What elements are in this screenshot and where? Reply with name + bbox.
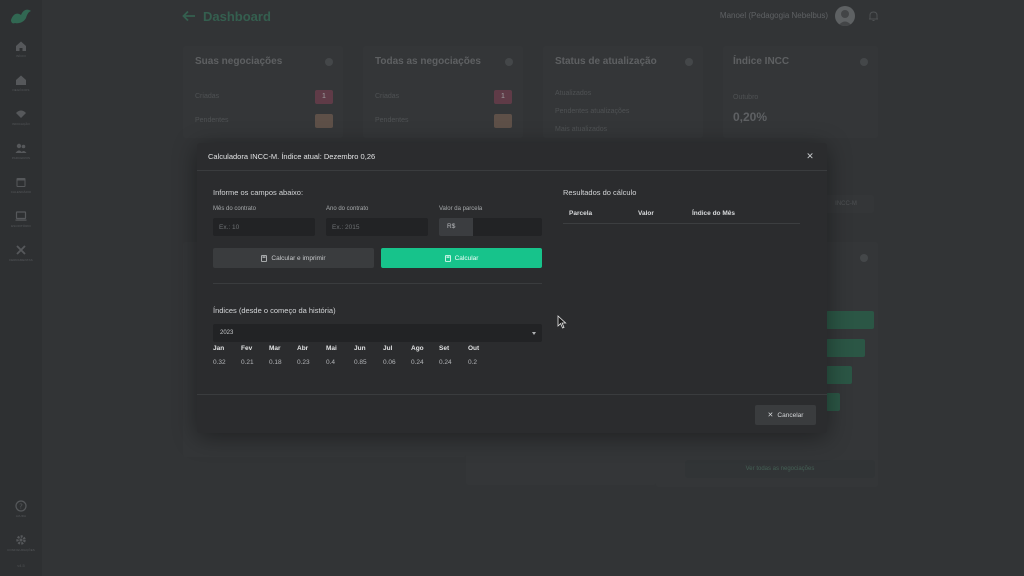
modal-header: Calculadora INCC-M. Índice atual: Dezemb…: [197, 143, 827, 171]
month-value: 0.85: [354, 359, 367, 366]
year-input[interactable]: [326, 218, 428, 236]
month-value: 0.18: [269, 359, 282, 366]
month-value: 0.23: [297, 359, 310, 366]
month-header: Fev: [241, 345, 253, 352]
month-input[interactable]: [213, 218, 315, 236]
month-header: Abr: [297, 345, 309, 352]
results-heading: Resultados do cálculo: [563, 188, 637, 197]
divider: [213, 283, 542, 284]
year-select[interactable]: 2023: [213, 324, 542, 342]
installment-input[interactable]: [473, 218, 542, 236]
currency-prefix: R$: [439, 218, 473, 236]
results-header-divider: [563, 223, 800, 224]
month-label: Mês do contrato: [213, 206, 257, 212]
installment-label: Valor da parcela: [439, 206, 483, 212]
month-header: Jul: [383, 345, 393, 352]
calculate-print-button[interactable]: Calcular e imprimir: [213, 248, 374, 268]
calculate-print-label: Calcular e imprimir: [271, 254, 326, 262]
month-header: Jun: [354, 345, 366, 352]
calculator-icon: [444, 254, 451, 262]
calculate-button[interactable]: Calcular: [381, 248, 542, 268]
year-select-value: 2023: [220, 330, 234, 336]
cancel-button[interactable]: ✕ Cancelar: [755, 405, 816, 425]
month-value: 0.4: [326, 359, 336, 366]
year-label: Ano do contrato: [326, 206, 369, 212]
month-value: 0.2: [468, 359, 478, 366]
close-icon: ✕: [767, 412, 774, 419]
form-heading: Informe os campos abaixo:: [213, 188, 304, 197]
calculate-label: Calcular: [454, 254, 479, 262]
month-header: Jan: [213, 345, 225, 352]
footer-divider: [197, 394, 827, 395]
cancel-label: Cancelar: [777, 411, 804, 419]
modal-title: Calculadora INCC-M. Índice atual: Dezemb…: [208, 152, 376, 161]
month-header: Out: [468, 345, 480, 352]
incc-calculator-modal: Calculadora INCC-M. Índice atual: Dezemb…: [197, 143, 827, 433]
close-icon[interactable]: ✕: [805, 151, 815, 161]
month-value: 0.21: [241, 359, 254, 366]
results-column-header: Parcela: [569, 210, 593, 217]
month-header: Ago: [411, 345, 424, 352]
mouse-cursor-icon: [557, 315, 567, 329]
chevron-down-icon: [532, 332, 536, 335]
month-header: Mar: [269, 345, 281, 352]
month-value: 0.24: [439, 359, 452, 366]
results-column-header: Valor: [638, 210, 654, 217]
month-value: 0.06: [383, 359, 396, 366]
month-header: Mai: [326, 345, 337, 352]
month-header: Set: [439, 345, 450, 352]
indices-heading: Índices (desde o começo da história): [213, 306, 336, 315]
month-value: 0.32: [213, 359, 226, 366]
month-value: 0.24: [411, 359, 424, 366]
calculator-icon: [261, 254, 268, 262]
results-column-header: Índice do Mês: [692, 210, 735, 217]
